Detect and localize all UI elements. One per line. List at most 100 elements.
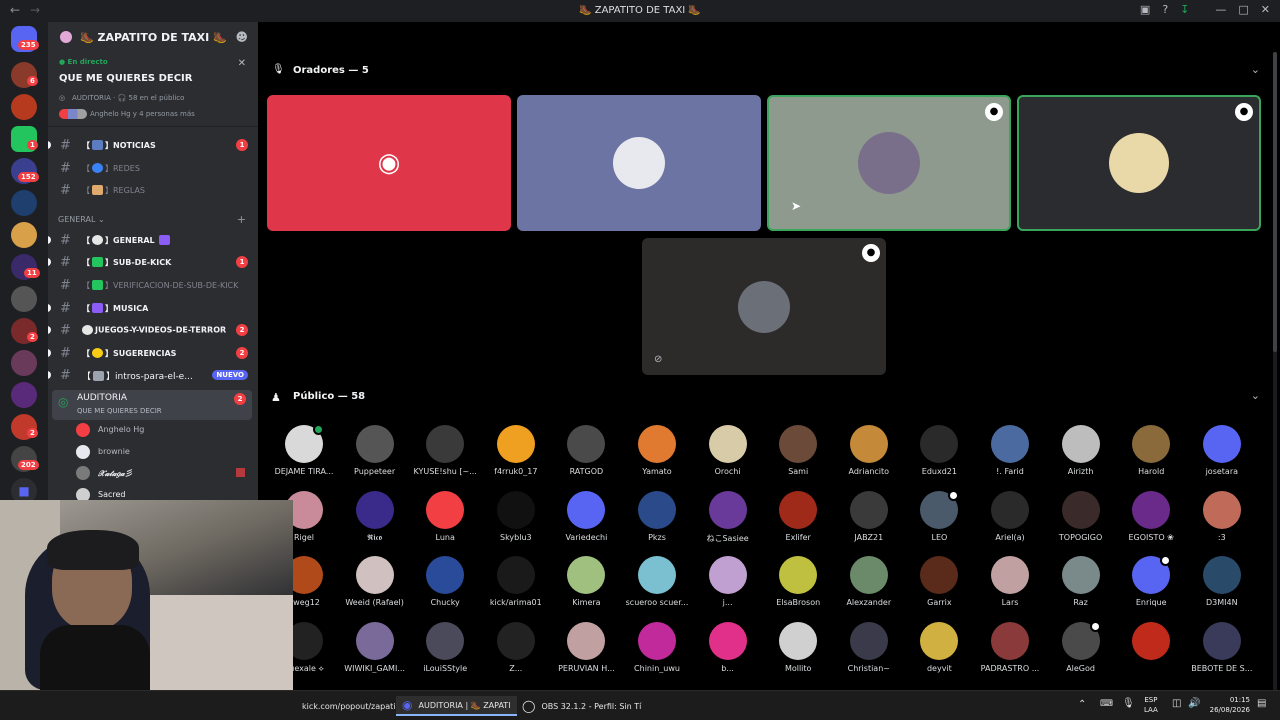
channel-noticias[interactable]: # 【】NOTICIAS 1 (48, 135, 258, 155)
audience-member[interactable]: Lars (975, 556, 1045, 607)
audience-member[interactable]: RATGOD (551, 425, 621, 476)
volume-icon[interactable]: 🔊 (1188, 698, 1200, 709)
audience-member[interactable] (1116, 621, 1186, 664)
audience-member[interactable]: kick/arima01 (481, 556, 551, 607)
audience-member[interactable]: Weeid (Rafael) (340, 556, 410, 607)
audience-member[interactable]: LEO (904, 489, 974, 542)
language-indicator[interactable]: ESP LAA (1144, 695, 1158, 715)
channel-intros[interactable]: # 【】intros-para-el-e... NUEVO (48, 365, 258, 385)
audience-member[interactable]: 𝕽𝖎𝖈𝖔 (340, 490, 410, 543)
audience-member[interactable]: :3 (1187, 490, 1257, 542)
voice-user[interactable]: 𝒳𝒶𝓉𝒶𝑔𝒶彡 (76, 465, 246, 481)
audience-member[interactable]: DEJAME TIRA... (269, 424, 339, 476)
audience-member[interactable]: AleGod (1046, 620, 1116, 673)
audience-member[interactable]: PADRASTRO ... (975, 621, 1045, 673)
server-icon[interactable] (11, 94, 37, 120)
audience-member[interactable]: Christian~ (834, 621, 904, 673)
audience-member[interactable]: Garrix (904, 556, 974, 607)
server-icon[interactable] (11, 222, 37, 248)
maximize-icon[interactable]: □ (1238, 3, 1248, 16)
audience-member[interactable]: Raz (1046, 556, 1116, 607)
speaker-tile[interactable]: ● ⊘ (642, 238, 886, 375)
channel-verificacion[interactable]: # 【】VERIFICACION-DE-SUB-DE-KICK (48, 275, 258, 295)
speaker-tile-speaking[interactable]: ● ➤ (767, 95, 1011, 231)
audience-member[interactable]: JABZ21 (834, 490, 904, 542)
audience-member[interactable]: Luna (410, 490, 480, 542)
audience-member[interactable]: b... (693, 621, 763, 673)
speaker-tile[interactable]: ◉ (267, 95, 511, 231)
audience-member[interactable]: Orochi (693, 425, 763, 476)
voice-user[interactable]: Anghelo Hg (76, 422, 246, 438)
live-stage-panel[interactable]: ● En directo ✕ QUE ME QUIERES DECIR AUDI… (48, 52, 258, 127)
audience-member[interactable]: Yamato (622, 425, 692, 476)
audience-member[interactable]: BEBOTE DE S... (1187, 621, 1257, 673)
stage-channel-auditoria[interactable]: ◎ AUDITORIA QUE ME QUIERES DECIR 2 (52, 390, 252, 420)
chevron-up-icon[interactable]: ⌃ (1078, 699, 1086, 710)
audience-member[interactable]: Chucky (410, 556, 480, 607)
network-icon[interactable]: ◫ (1172, 698, 1181, 709)
invite-people-icon[interactable]: ☻ (235, 30, 248, 44)
audience-member[interactable]: Chinin_uwu (622, 621, 692, 673)
close-window-icon[interactable]: ✕ (1261, 3, 1270, 16)
audience-member[interactable]: scueroo scuer... (622, 556, 692, 607)
audience-member[interactable]: f4rruk0_17 (481, 425, 551, 476)
audience-member[interactable]: Kimera (551, 556, 621, 607)
taskbar-browser[interactable]: kick.com/popout/zapati (296, 696, 402, 716)
audience-member[interactable]: Exlifer (763, 490, 833, 542)
server-icon[interactable] (11, 350, 37, 376)
close-icon[interactable]: ✕ (238, 58, 246, 69)
chevron-down-icon[interactable]: ⌄ (1251, 63, 1260, 76)
audience-member[interactable]: j... (693, 556, 763, 607)
audience-member[interactable]: Alexzander (834, 556, 904, 607)
taskbar-obs[interactable]: ◯ OBS 32.1.2 - Perfil: Sin Tí (516, 696, 647, 716)
audience-member[interactable]: Airizth (1046, 425, 1116, 476)
audience-member[interactable]: Z... (481, 621, 551, 673)
channel-sub-de-kick[interactable]: # 【】SUB-DE-KICK 1 (48, 252, 258, 272)
clock[interactable]: 01:15 26/08/2026 (1206, 695, 1250, 715)
voice-user[interactable]: brownie (76, 444, 246, 460)
audience-member[interactable]: Eduxd21 (904, 425, 974, 476)
channel-reglas[interactable]: # 【】REGLAS (48, 180, 258, 200)
audience-member[interactable]: WIWIKI_GAMI... (340, 621, 410, 673)
channel-sugerencias[interactable]: # 【】SUGERENCIAS 2 (48, 343, 258, 363)
keyboard-icon[interactable]: ⌨ (1100, 699, 1113, 709)
audience-member[interactable]: PERUVIAN H... (551, 621, 621, 673)
server-icon[interactable] (11, 286, 37, 312)
audience-member[interactable]: TOPOGIGO (1046, 490, 1116, 542)
audience-member[interactable]: KYUSE!shu [~... (410, 425, 480, 476)
audience-member[interactable]: ねこSasiee (693, 490, 763, 544)
taskbar-discord[interactable]: ◉ AUDITORIA | 🥾 ZAPATI (396, 696, 517, 716)
scrollbar[interactable] (1273, 52, 1277, 692)
channel-juegos-terror[interactable]: # JUEGOS-Y-VIDEOS-DE-TERROR 2 (48, 320, 258, 340)
chevron-down-icon[interactable]: ⌄ (1251, 389, 1260, 402)
audience-member[interactable]: josetara (1187, 425, 1257, 476)
microphone-icon[interactable]: 🎙 (1122, 698, 1135, 709)
audience-member[interactable]: Adriancito (834, 425, 904, 476)
audience-member[interactable]: Enrique (1116, 555, 1186, 607)
audience-member[interactable]: deyvit (904, 621, 974, 673)
audience-member[interactable]: ElsaBroson (763, 556, 833, 607)
audience-member[interactable]: !. Farid (975, 425, 1045, 476)
speaker-tile-speaking[interactable]: ● (1017, 95, 1261, 231)
channel-musica[interactable]: # 【】MUSICA (48, 298, 258, 318)
channel-redes[interactable]: # 【】REDES (48, 158, 258, 178)
server-header[interactable]: 🥾 ZAPATITO DE TAXI 🥾 ⌄ ☻ (48, 22, 258, 52)
audience-member[interactable]: Variedechi (551, 490, 621, 542)
audience-member[interactable]: Mollito (763, 621, 833, 673)
minimize-icon[interactable]: — (1215, 3, 1226, 16)
audience-member[interactable]: Ariel(a) (975, 490, 1045, 542)
server-icon[interactable] (11, 190, 37, 216)
help-icon[interactable]: ? (1162, 3, 1168, 16)
notification-icon[interactable]: ▤ (1257, 698, 1266, 709)
audience-member[interactable]: Pkzs (622, 490, 692, 542)
audience-member[interactable]: D3MI4N (1187, 556, 1257, 607)
audience-member[interactable]: iLouiSStyle (410, 621, 480, 673)
add-channel-icon[interactable]: + (237, 213, 246, 226)
download-icon[interactable]: ↧ (1180, 3, 1189, 16)
audience-member[interactable]: Sami (763, 425, 833, 476)
audience-member[interactable]: Harold (1116, 425, 1186, 476)
audience-member[interactable]: Puppeteer (340, 425, 410, 476)
channel-general[interactable]: # 【】GENERAL (48, 230, 258, 250)
inbox-icon[interactable]: ▣ (1140, 3, 1150, 16)
category-general[interactable]: GENERAL ⌄ (58, 215, 105, 224)
